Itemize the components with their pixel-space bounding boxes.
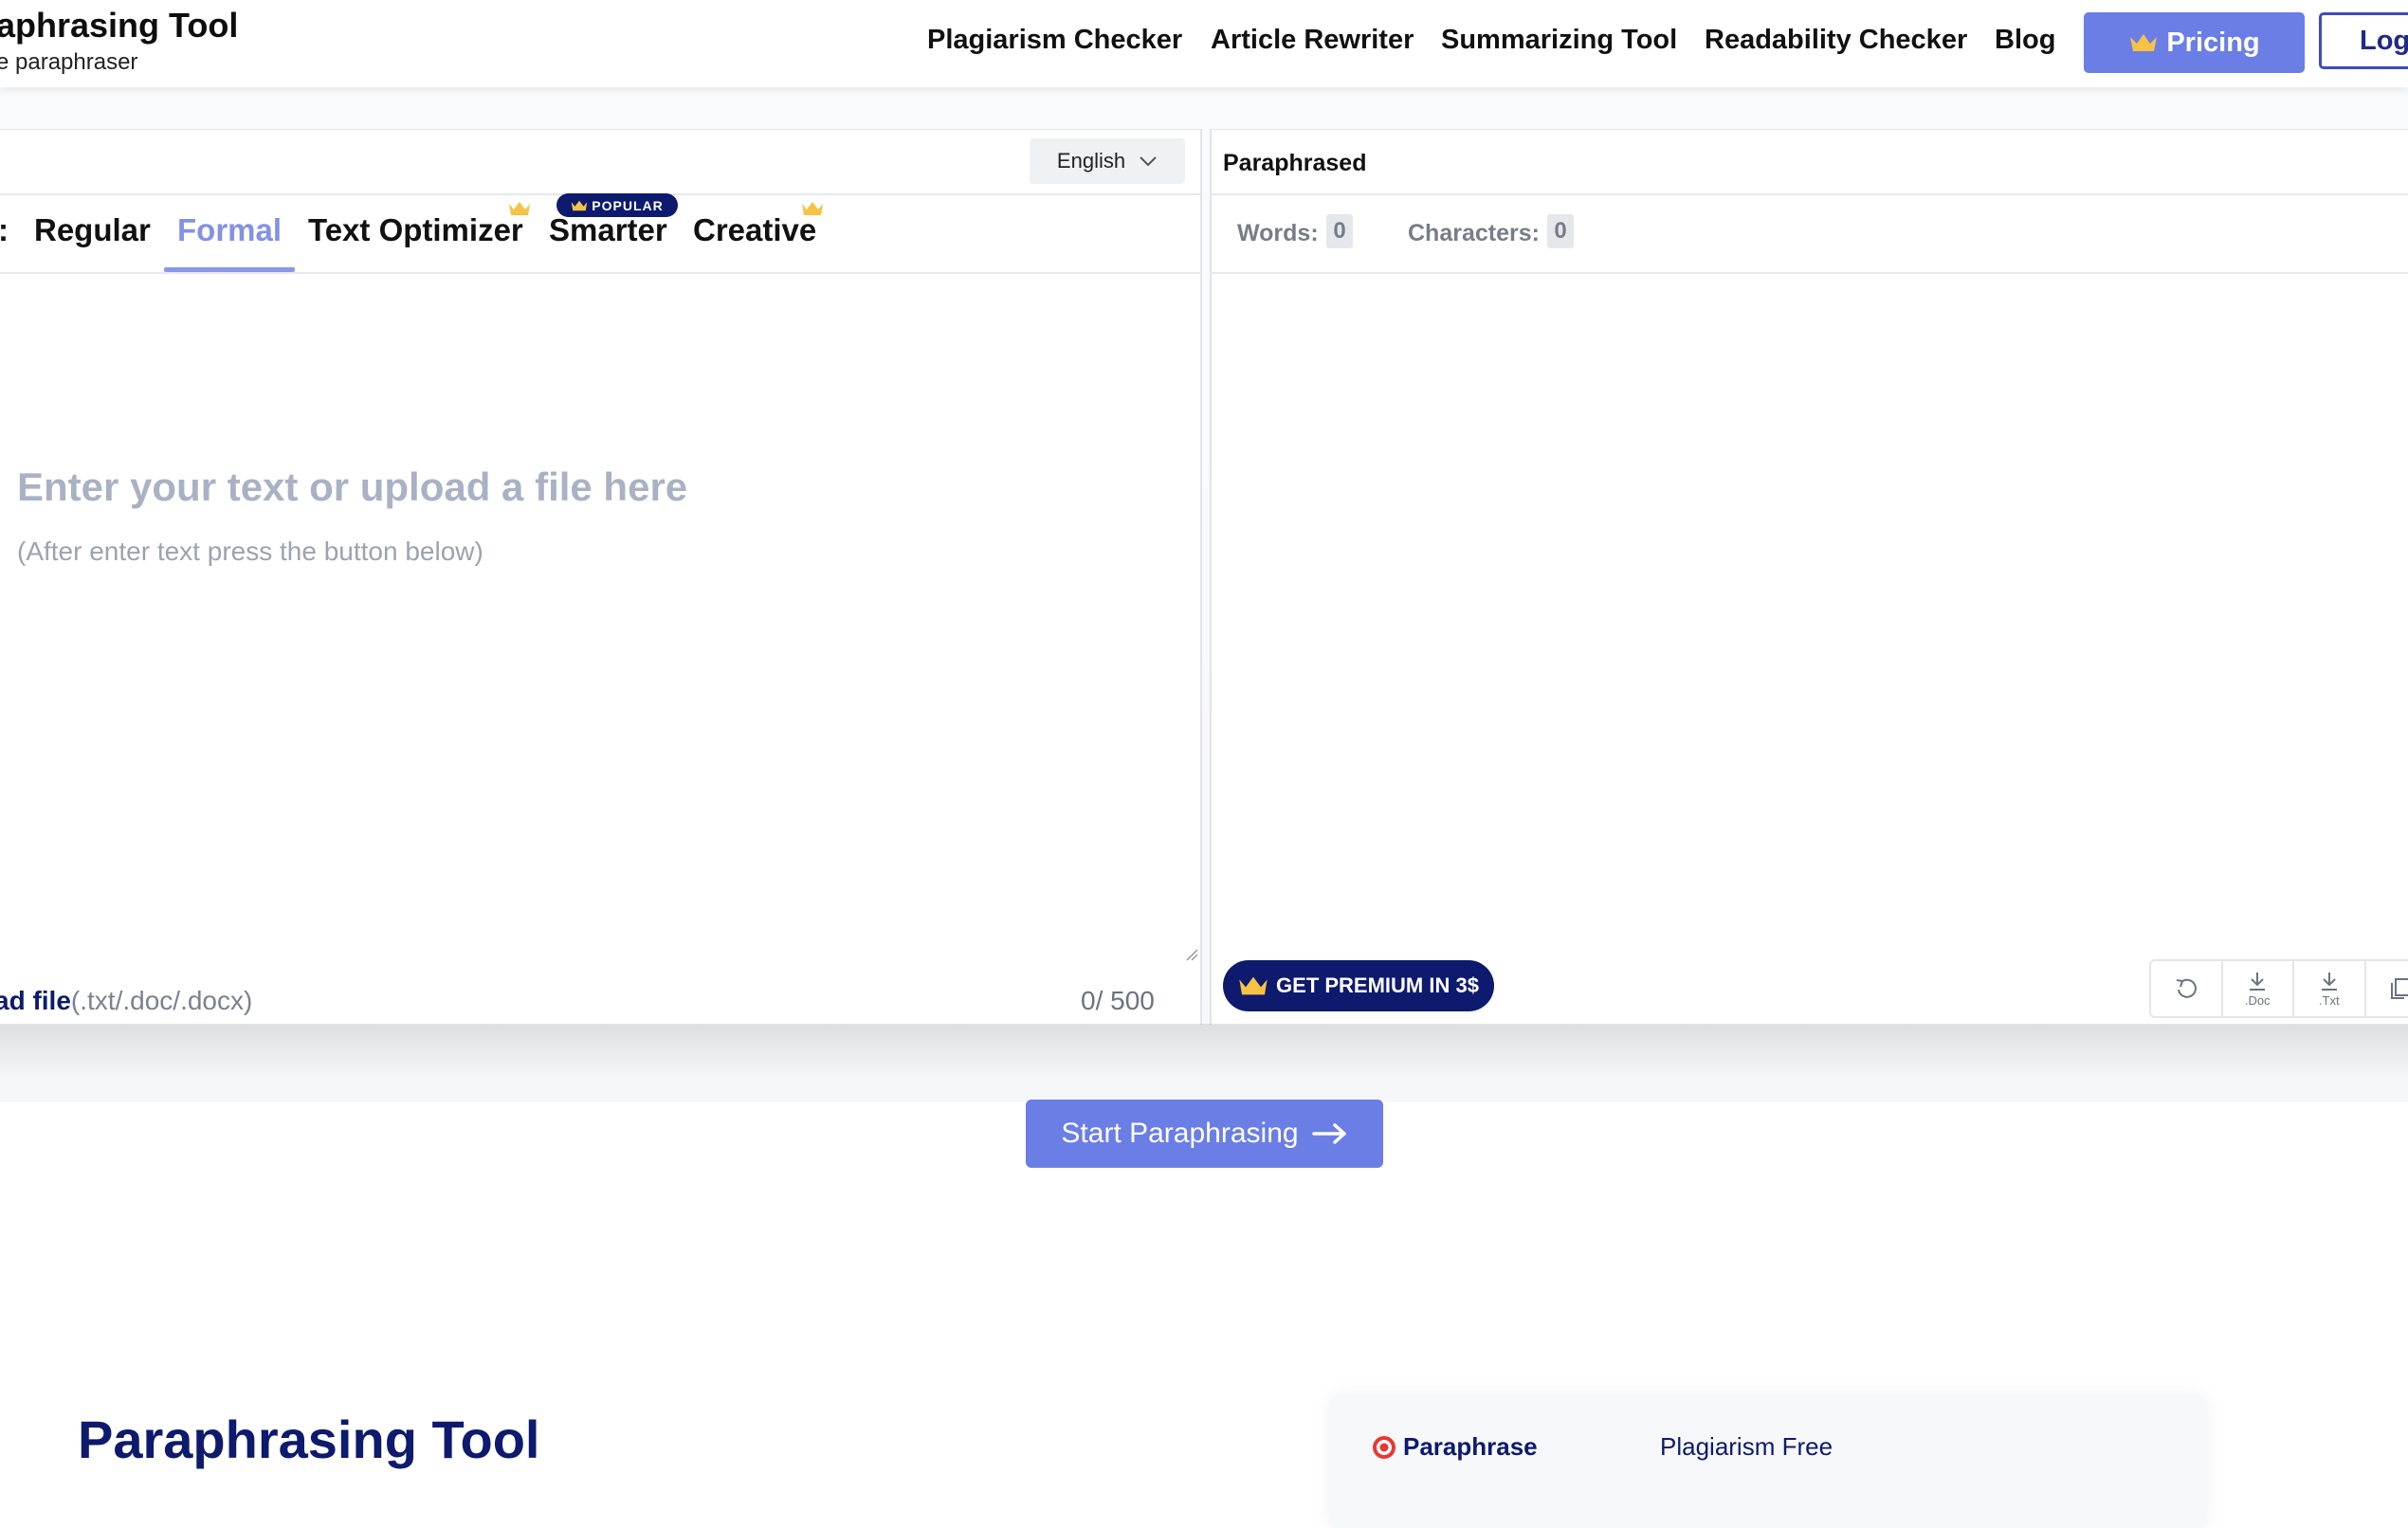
characters-label: Characters: (1408, 220, 1540, 247)
nav-summarizing-tool[interactable]: Summarizing Tool (1441, 25, 1677, 56)
download-doc-icon (2247, 971, 2268, 993)
words-label: Words: (1237, 220, 1319, 247)
feature-tab-plagiarism-free[interactable]: Plagiarism Free (1660, 1432, 1833, 1462)
mode-tab-creative[interactable]: Creative (693, 212, 816, 248)
feature-label: Paraphrase (1403, 1432, 1538, 1462)
download-doc-button[interactable]: .Doc (2223, 961, 2295, 1016)
crown-icon (2128, 31, 2159, 54)
characters-count: 0 (1547, 214, 1574, 248)
start-label: Start Paraphrasing (1061, 1118, 1298, 1150)
start-paraphrasing-button[interactable]: Start Paraphrasing (1026, 1100, 1383, 1168)
panel-shadow (0, 1024, 2408, 1081)
divider (1210, 272, 2408, 274)
copy-icon (2389, 976, 2408, 1001)
nav-article-rewriter[interactable]: Article Rewriter (1211, 25, 1414, 56)
nav-blog[interactable]: Blog (1995, 25, 2055, 56)
pricing-button[interactable]: Pricing (2084, 12, 2305, 73)
crown-icon (801, 201, 824, 216)
chevron-down-icon (1139, 155, 1158, 167)
site-header: aphrasing Tool e paraphraser Plagiarism … (0, 0, 2408, 87)
modes-label-fragment: : (0, 212, 9, 248)
character-counter: 0/ 500 (1081, 986, 1155, 1016)
mode-tab-smarter[interactable]: Smarter (549, 212, 667, 248)
section-title: Paraphrasing Tool (78, 1409, 539, 1470)
popular-label: POPULAR (592, 198, 663, 213)
download-txt-icon (2319, 971, 2340, 993)
nav-plagiarism-checker[interactable]: Plagiarism Checker (927, 25, 1182, 56)
login-button[interactable]: Log (2319, 12, 2408, 69)
get-premium-button[interactable]: GET PREMIUM IN 3$ (1223, 960, 1494, 1011)
active-tab-indicator (164, 267, 295, 272)
login-label: Log (2360, 26, 2408, 57)
upload-types: (.txt/.doc/.docx) (71, 986, 252, 1015)
crown-icon (571, 200, 588, 211)
feature-tabs-card (1329, 1395, 2207, 1528)
output-toolbar: .Doc .Txt (2149, 959, 2408, 1018)
copy-button[interactable] (2366, 961, 2408, 1016)
target-icon (1371, 1434, 1397, 1461)
crown-icon (508, 201, 531, 216)
brand-title[interactable]: aphrasing Tool (0, 6, 238, 45)
premium-label: GET PREMIUM IN 3$ (1276, 973, 1479, 998)
nav-readability-checker[interactable]: Readability Checker (1705, 25, 1967, 56)
output-title: Paraphrased (1223, 150, 1366, 177)
undo-button[interactable] (2151, 961, 2223, 1016)
upload-label: ad file (0, 986, 71, 1015)
text-input-placeholder[interactable]: Enter your text or upload a file here (17, 464, 687, 510)
divider (0, 272, 1200, 274)
input-panel (0, 129, 1202, 1025)
download-txt-button[interactable]: .Txt (2294, 961, 2366, 1016)
download-doc-label: .Doc (2245, 993, 2271, 1008)
feature-tab-paraphrase[interactable]: Paraphrase (1371, 1432, 1538, 1462)
divider (1210, 193, 2408, 195)
language-select[interactable]: English (1030, 138, 1185, 184)
brand-subtitle: e paraphraser (0, 49, 137, 76)
crown-icon (1238, 975, 1268, 996)
resize-handle-icon[interactable] (1185, 948, 1198, 961)
output-panel (1210, 129, 2408, 1025)
language-value: English (1057, 149, 1125, 173)
mode-tab-text-optimizer[interactable]: Text Optimizer (308, 212, 523, 248)
upload-file-link[interactable]: ad file(.txt/.doc/.docx) (0, 986, 252, 1016)
undo-icon (2174, 976, 2198, 1001)
pricing-label: Pricing (2166, 27, 2259, 59)
mode-tab-formal[interactable]: Formal (177, 212, 282, 248)
arrow-right-icon (1312, 1122, 1348, 1145)
words-count: 0 (1326, 214, 1353, 248)
mode-tab-regular[interactable]: Regular (34, 212, 151, 248)
download-txt-label: .Txt (2319, 993, 2340, 1008)
text-input-hint: (After enter text press the button below… (17, 537, 483, 567)
